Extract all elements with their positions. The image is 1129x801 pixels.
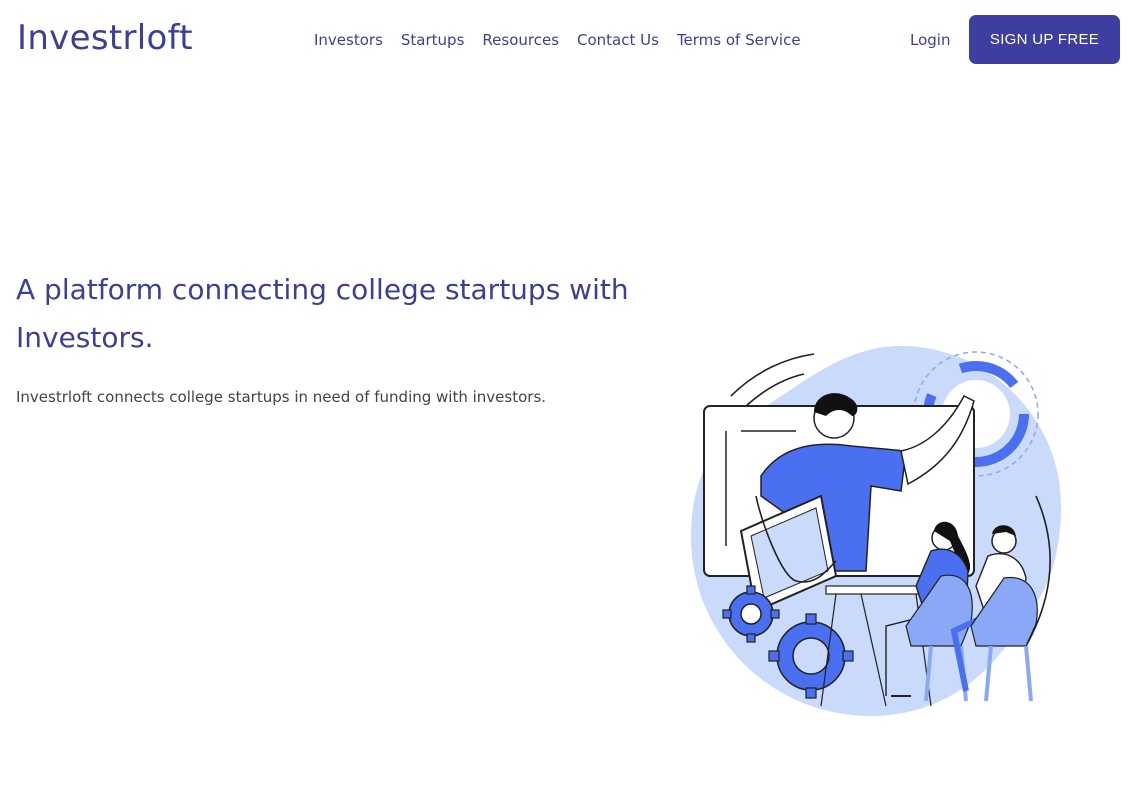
team-collaboration-illustration (691, 346, 1061, 716)
nav-link-startups[interactable]: Startups (401, 30, 465, 50)
main-nav: Investors Startups Resources Contact Us … (314, 30, 819, 50)
site-logo[interactable]: Investrloft (17, 18, 193, 58)
site-header: Investrloft Investors Startups Resources… (0, 0, 1129, 80)
hero-description: Investrloft connects college startups in… (16, 388, 547, 406)
nav-link-resources[interactable]: Resources (482, 30, 559, 50)
login-link[interactable]: Login (910, 30, 950, 50)
hero-headline: A platform connecting college startups w… (16, 273, 629, 354)
nav-link-contact-us[interactable]: Contact Us (577, 30, 659, 50)
nav-link-terms-of-service[interactable]: Terms of Service (677, 30, 801, 50)
sign-up-button[interactable]: SIGN UP FREE (969, 15, 1120, 64)
nav-link-investors[interactable]: Investors (314, 30, 383, 50)
